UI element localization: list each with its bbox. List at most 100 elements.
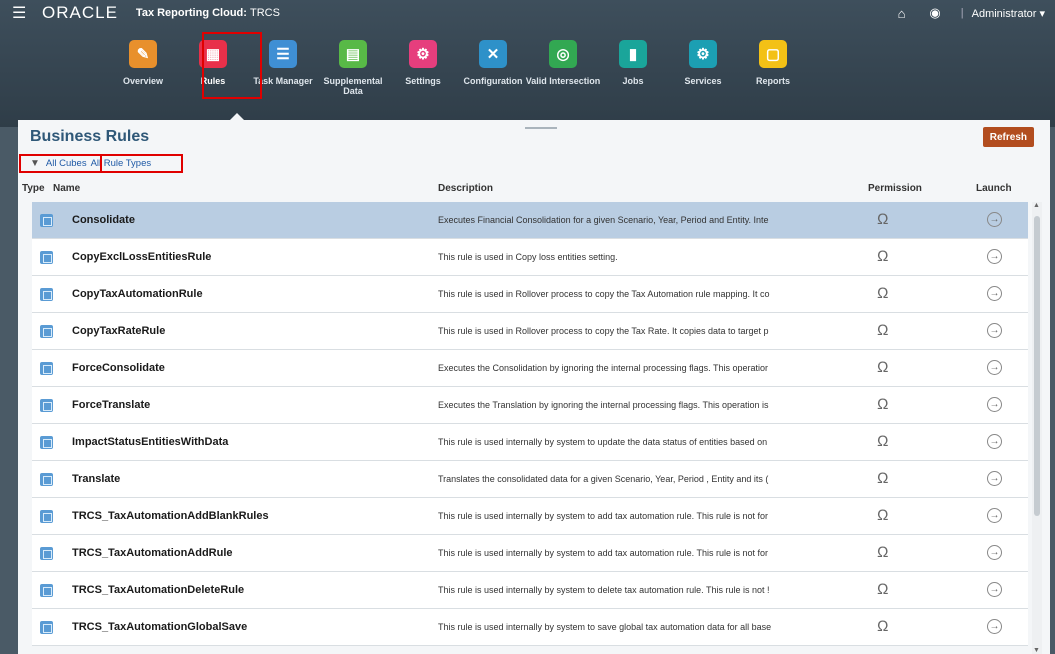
table-row[interactable]: TRCS_TaxAutomationDeleteRule This rule is… [32, 572, 1028, 609]
supplemental-data-icon[interactable]: ▤ [339, 40, 367, 68]
table-row[interactable]: TRCS_TaxAutomationAddBlankRules This rule… [32, 498, 1028, 535]
reports-icon[interactable]: ▢ [759, 40, 787, 68]
refresh-button[interactable]: Refresh [982, 127, 1034, 147]
valid-intersection-icon[interactable]: ◎ [549, 40, 577, 68]
launch-icon[interactable]: → [987, 212, 1002, 227]
table-row[interactable]: ForceTranslate Executes the Translation b… [32, 387, 1028, 424]
rule-name[interactable]: ImpactStatusEntitiesWithData [72, 436, 228, 448]
col-name[interactable]: Name [53, 183, 80, 194]
nav-settings[interactable]: ⚙ Settings [392, 34, 454, 86]
rule-name[interactable]: TRCS_TaxAutomationDeleteRule [72, 584, 244, 596]
filter-all-rule-types[interactable]: All Rule Types [91, 158, 152, 169]
top-bar: ☰ ORACLE Tax Reporting Cloud: TRCS ⌂ ◉ |… [0, 0, 1055, 127]
hamburger-icon[interactable]: ☰ [12, 3, 30, 23]
launch-icon[interactable]: → [987, 619, 1002, 634]
app-subtitle: TRCS [250, 7, 280, 19]
rule-name[interactable]: Translate [72, 473, 120, 485]
business-rule-icon [40, 436, 53, 449]
rule-name[interactable]: TRCS_TaxAutomationAddRule [72, 547, 233, 559]
rule-description: Executes the Translation by ignoring the… [438, 400, 769, 410]
permission-icon[interactable]: Ω [877, 433, 889, 450]
permission-icon[interactable]: Ω [877, 507, 889, 524]
settings-icon[interactable]: ⚙ [409, 40, 437, 68]
home-icon[interactable]: ⌂ [898, 6, 906, 21]
launch-icon[interactable]: → [987, 545, 1002, 560]
permission-icon[interactable]: Ω [877, 396, 889, 413]
table-header: Type Name Description Permission Launch [18, 179, 1032, 199]
rule-name[interactable]: TRCS_TaxAutomationAddBlankRules [72, 510, 269, 522]
table-row[interactable]: CopyExclLossEntitiesRule This rule is use… [32, 239, 1028, 276]
rule-name[interactable]: ForceTranslate [72, 399, 150, 411]
panel-grip[interactable] [525, 127, 557, 129]
nav-configuration[interactable]: ✕ Configuration [462, 34, 524, 86]
nav-supplemental-data[interactable]: ▤ Supplemental Data [322, 34, 384, 96]
scroll-thumb[interactable] [1034, 216, 1040, 516]
rules-icon[interactable]: ▦ [199, 40, 227, 68]
scroll-down-icon[interactable]: ▼ [1033, 647, 1040, 654]
accessibility-icon[interactable]: ◉ [929, 5, 940, 21]
rule-name[interactable]: CopyTaxAutomationRule [72, 288, 203, 300]
rule-description: This rule is used internally by system t… [438, 511, 768, 521]
permission-icon[interactable]: Ω [877, 248, 889, 265]
permission-icon[interactable]: Ω [877, 322, 889, 339]
launch-icon[interactable]: → [987, 582, 1002, 597]
permission-icon[interactable]: Ω [877, 544, 889, 561]
table-row[interactable]: CopyTaxRateRule This rule is used in Roll… [32, 313, 1028, 350]
nav-overview[interactable]: ✎ Overview [112, 34, 174, 86]
scrollbar[interactable]: ▲ ▼ [1032, 202, 1042, 654]
business-rule-icon [40, 584, 53, 597]
rule-name[interactable]: CopyExclLossEntitiesRule [72, 251, 211, 263]
nav-valid-intersection[interactable]: ◎ Valid Intersection [526, 34, 600, 86]
nav-reports[interactable]: ▢ Reports [742, 34, 804, 86]
launch-icon[interactable]: → [987, 434, 1002, 449]
launch-icon[interactable]: → [987, 323, 1002, 338]
table-row[interactable]: ImpactStatusEntitiesWithData This rule is… [32, 424, 1028, 461]
jobs-icon[interactable]: ▮ [619, 40, 647, 68]
overview-icon[interactable]: ✎ [129, 40, 157, 68]
col-launch[interactable]: Launch [976, 183, 1012, 194]
user-menu[interactable]: Administrator ▾ [972, 7, 1045, 20]
permission-icon[interactable]: Ω [877, 359, 889, 376]
col-permission[interactable]: Permission [868, 183, 922, 194]
nav-label: Valid Intersection [525, 76, 601, 86]
configuration-icon[interactable]: ✕ [479, 40, 507, 68]
task-manager-icon[interactable]: ☰ [269, 40, 297, 68]
launch-icon[interactable]: → [987, 249, 1002, 264]
permission-icon[interactable]: Ω [877, 211, 889, 228]
col-type[interactable]: Type [22, 183, 45, 194]
nav-task-manager[interactable]: ☰ Task Manager [252, 34, 314, 86]
rule-description: This rule is used in Copy loss entities … [438, 252, 618, 262]
permission-icon[interactable]: Ω [877, 581, 889, 598]
rule-name[interactable]: CopyTaxRateRule [72, 325, 165, 337]
filter-all-cubes[interactable]: All Cubes [46, 158, 87, 169]
table-row[interactable]: TRCS_TaxAutomationAddRule This rule is us… [32, 535, 1028, 572]
nav-services[interactable]: ⚙ Services [672, 34, 734, 86]
col-description[interactable]: Description [438, 183, 493, 194]
table-row[interactable]: Translate Translates the consolidated dat… [32, 461, 1028, 498]
table-row[interactable]: ForceConsolidate Executes the Consolidati… [32, 350, 1028, 387]
filter-bar: ▼ All Cubes All Rule Types [30, 158, 155, 169]
page-title: Business Rules [30, 128, 150, 145]
rule-name[interactable]: ForceConsolidate [72, 362, 165, 374]
nav-jobs[interactable]: ▮ Jobs [602, 34, 664, 86]
rule-description: Translates the consolidated data for a g… [438, 474, 769, 484]
table-row[interactable]: TRCS_TaxAutomationGlobalSave This rule is… [32, 609, 1028, 646]
rule-name[interactable]: TRCS_TaxAutomationGlobalSave [72, 621, 247, 633]
table-row[interactable]: Consolidate Executes Financial Consolidat… [32, 202, 1028, 239]
launch-icon[interactable]: → [987, 360, 1002, 375]
rule-description: This rule is used internally by system t… [438, 548, 768, 558]
launch-icon[interactable]: → [987, 471, 1002, 486]
business-rule-icon [40, 325, 53, 338]
nav-rules[interactable]: ▦ Rules [182, 34, 244, 86]
permission-icon[interactable]: Ω [877, 618, 889, 635]
launch-icon[interactable]: → [987, 397, 1002, 412]
launch-icon[interactable]: → [987, 508, 1002, 523]
filter-icon[interactable]: ▼ [30, 158, 40, 169]
permission-icon[interactable]: Ω [877, 470, 889, 487]
table-row[interactable]: CopyTaxAutomationRule This rule is used i… [32, 276, 1028, 313]
rule-name[interactable]: Consolidate [72, 214, 135, 226]
launch-icon[interactable]: → [987, 286, 1002, 301]
scroll-up-icon[interactable]: ▲ [1033, 202, 1040, 209]
services-icon[interactable]: ⚙ [689, 40, 717, 68]
permission-icon[interactable]: Ω [877, 285, 889, 302]
